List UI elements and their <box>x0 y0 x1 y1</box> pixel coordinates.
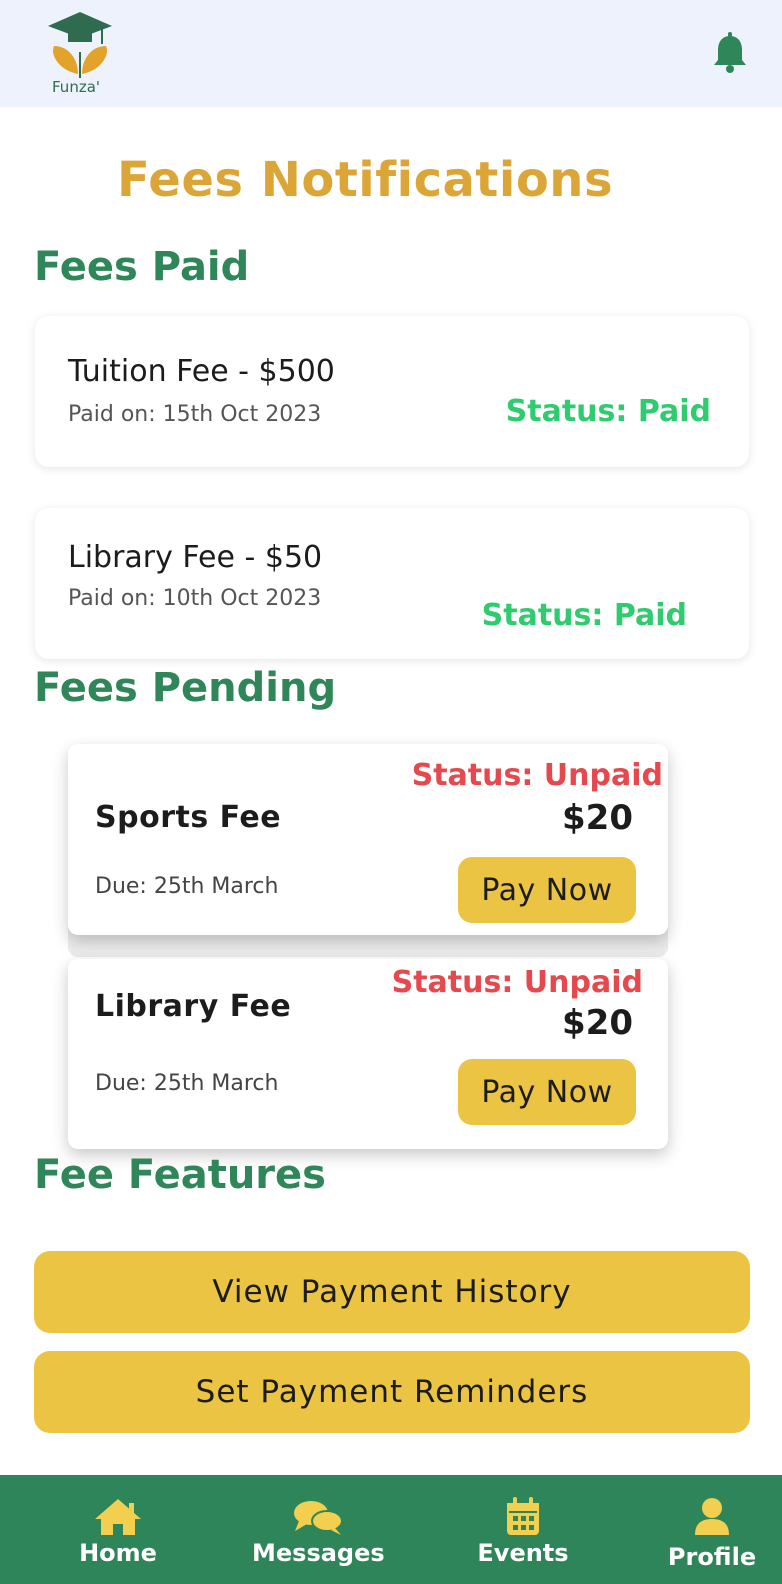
fee-features-heading: Fee Features <box>34 1152 326 1198</box>
pay-now-button[interactable]: Pay Now <box>458 1059 636 1125</box>
app-header: Funza' <box>0 0 782 107</box>
view-payment-history-button[interactable]: View Payment History <box>34 1251 750 1333</box>
pending-fee-due: Due: 25th March <box>95 1071 279 1096</box>
paid-fee-card: Library Fee - $50 Paid on: 10th Oct 2023… <box>35 508 749 659</box>
unpaid-status-label: Status: Unpaid <box>391 965 643 1000</box>
nav-item-messages[interactable]: Messages <box>252 1497 385 1567</box>
nav-label-profile: Profile <box>667 1543 757 1571</box>
calendar-icon <box>507 1497 539 1535</box>
paid-fee-title: Library Fee - $50 <box>68 540 323 575</box>
paid-status-label: Status: Paid <box>505 394 711 429</box>
graduation-cap-logo-icon <box>48 12 112 78</box>
unpaid-status-label: Status: Unpaid <box>411 758 663 793</box>
fees-paid-heading: Fees Paid <box>34 244 250 290</box>
app-logo[interactable]: Funza' <box>40 8 120 100</box>
nav-item-home[interactable]: Home <box>70 1497 166 1567</box>
page-title: Fees Notifications <box>116 152 614 208</box>
notification-bell-icon[interactable] <box>712 32 748 74</box>
paid-fee-card: Tuition Fee - $500 Paid on: 15th Oct 202… <box>35 316 749 467</box>
nav-item-events[interactable]: Events <box>470 1497 576 1567</box>
pending-fee-amount: $20 <box>562 798 633 838</box>
nav-item-profile[interactable]: Profile <box>664 1497 760 1571</box>
messages-icon <box>294 1501 343 1535</box>
bottom-nav: Home Messages Events Profile <box>0 1475 782 1584</box>
pending-fee-title: Sports Fee <box>95 800 282 835</box>
nav-label-home: Home <box>79 1539 157 1567</box>
set-payment-reminders-button[interactable]: Set Payment Reminders <box>34 1351 750 1433</box>
home-icon <box>95 1499 141 1535</box>
nav-label-messages: Messages <box>252 1539 385 1567</box>
nav-label-events: Events <box>477 1539 569 1567</box>
fees-pending-heading: Fees Pending <box>34 665 337 711</box>
paid-status-label: Status: Paid <box>481 598 687 633</box>
paid-fee-title: Tuition Fee - $500 <box>68 354 335 389</box>
pending-fee-card: Status: Unpaid Library Fee $20 Due: 25th… <box>68 959 668 1149</box>
user-icon <box>695 1498 729 1535</box>
paid-fee-date: Paid on: 10th Oct 2023 <box>68 586 322 611</box>
logo-text: Funza' <box>52 78 101 96</box>
pay-now-button[interactable]: Pay Now <box>458 857 636 923</box>
pending-fee-card: Status: Unpaid Sports Fee $20 Due: 25th … <box>68 744 668 935</box>
paid-fee-date: Paid on: 15th Oct 2023 <box>68 402 322 427</box>
pending-fee-amount: $20 <box>562 1003 633 1043</box>
pending-fee-title: Library Fee <box>95 989 292 1024</box>
pending-fee-due: Due: 25th March <box>95 874 279 899</box>
